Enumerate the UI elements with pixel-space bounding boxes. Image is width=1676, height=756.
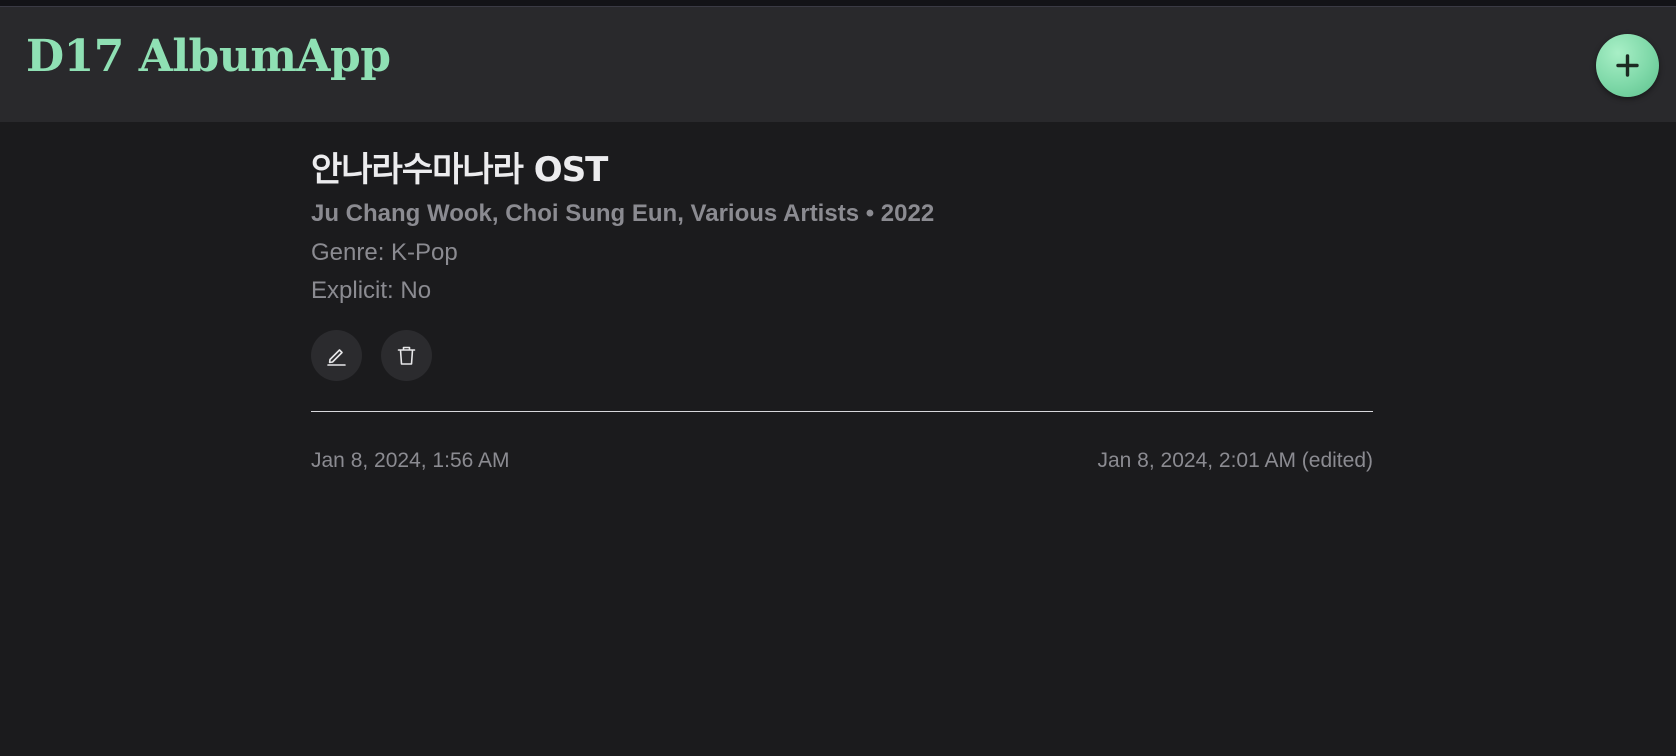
app-brand-title[interactable]: D17 AlbumApp <box>26 32 391 81</box>
edit-button[interactable] <box>311 330 362 381</box>
created-timestamp: Jan 8, 2024, 1:56 AM <box>311 449 510 472</box>
window-top-strip <box>0 0 1676 7</box>
album-title: 안나라수마나라 OST <box>311 150 608 190</box>
delete-button[interactable] <box>381 330 432 381</box>
album-artists-year: Ju Chang Wook, Choi Sung Eun, Various Ar… <box>311 200 935 227</box>
trash-icon <box>397 346 416 365</box>
add-album-button[interactable] <box>1596 34 1659 97</box>
app-header: D17 AlbumApp <box>0 7 1676 122</box>
divider <box>311 411 1373 412</box>
album-explicit: Explicit: No <box>311 277 432 304</box>
edited-timestamp: Jan 8, 2024, 2:01 AM (edited) <box>1097 449 1373 472</box>
plus-icon <box>1616 54 1639 77</box>
pencil-icon <box>327 349 346 366</box>
album-genre: Genre: K-Pop <box>311 239 458 266</box>
